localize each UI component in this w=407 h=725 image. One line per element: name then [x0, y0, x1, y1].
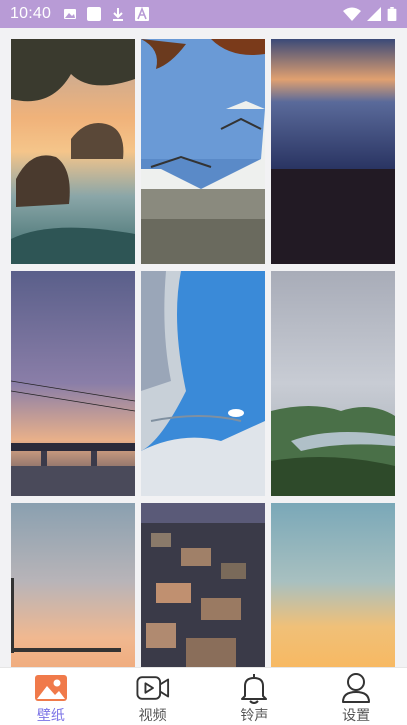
bell-icon — [237, 672, 271, 704]
image-icon — [34, 672, 68, 704]
hillside-town-dusk-image — [141, 503, 265, 667]
wallpaper-thumbnail[interactable] — [271, 503, 395, 667]
dusk-sea-horizon-image — [271, 39, 395, 264]
wallpaper-grid — [11, 39, 396, 667]
text-a-icon — [135, 7, 150, 21]
tab-ringtone[interactable]: 铃声 — [204, 668, 306, 725]
tab-settings[interactable]: 设置 — [305, 668, 407, 725]
tab-label: 壁纸 — [36, 708, 65, 724]
evening-sky-bridge-image — [11, 271, 135, 496]
person-icon — [339, 672, 373, 704]
status-bar: 10:40 — [0, 0, 407, 28]
wallpaper-thumbnail[interactable] — [141, 271, 265, 496]
wallpaper-thumbnail[interactable] — [11, 39, 135, 264]
video-icon — [136, 672, 170, 704]
tab-wallpaper[interactable]: 壁纸 — [0, 668, 102, 725]
misty-river-valley-image — [271, 271, 395, 496]
status-time: 10:40 — [10, 5, 52, 22]
square-icon — [87, 7, 102, 21]
status-icons-left — [63, 7, 150, 21]
anime-character-sky-image — [141, 271, 265, 496]
sunset-coast-rocks-image — [11, 39, 135, 264]
wallpaper-thumbnail[interactable] — [11, 503, 135, 667]
tab-label: 铃声 — [240, 708, 269, 724]
golden-clouds-image — [271, 503, 395, 667]
sunset-pier-image — [11, 503, 135, 667]
tab-label: 设置 — [342, 708, 371, 724]
signal-icon — [367, 7, 381, 21]
image-icon — [64, 9, 77, 19]
wallpaper-thumbnail[interactable] — [141, 39, 265, 264]
battery-icon — [387, 7, 397, 21]
bottom-tab-bar: 壁纸 视频 铃声 设置 — [0, 667, 407, 725]
wifi-icon — [343, 7, 361, 21]
tab-video[interactable]: 视频 — [102, 668, 204, 725]
wallpaper-thumbnail[interactable] — [271, 39, 395, 264]
japanese-castle-image — [141, 39, 265, 264]
wallpaper-thumbnail[interactable] — [271, 271, 395, 496]
wallpaper-thumbnail[interactable] — [11, 271, 135, 496]
wallpaper-thumbnail[interactable] — [141, 503, 265, 667]
status-icons-right — [343, 7, 397, 21]
download-icon — [113, 8, 124, 21]
tab-label: 视频 — [138, 708, 167, 724]
